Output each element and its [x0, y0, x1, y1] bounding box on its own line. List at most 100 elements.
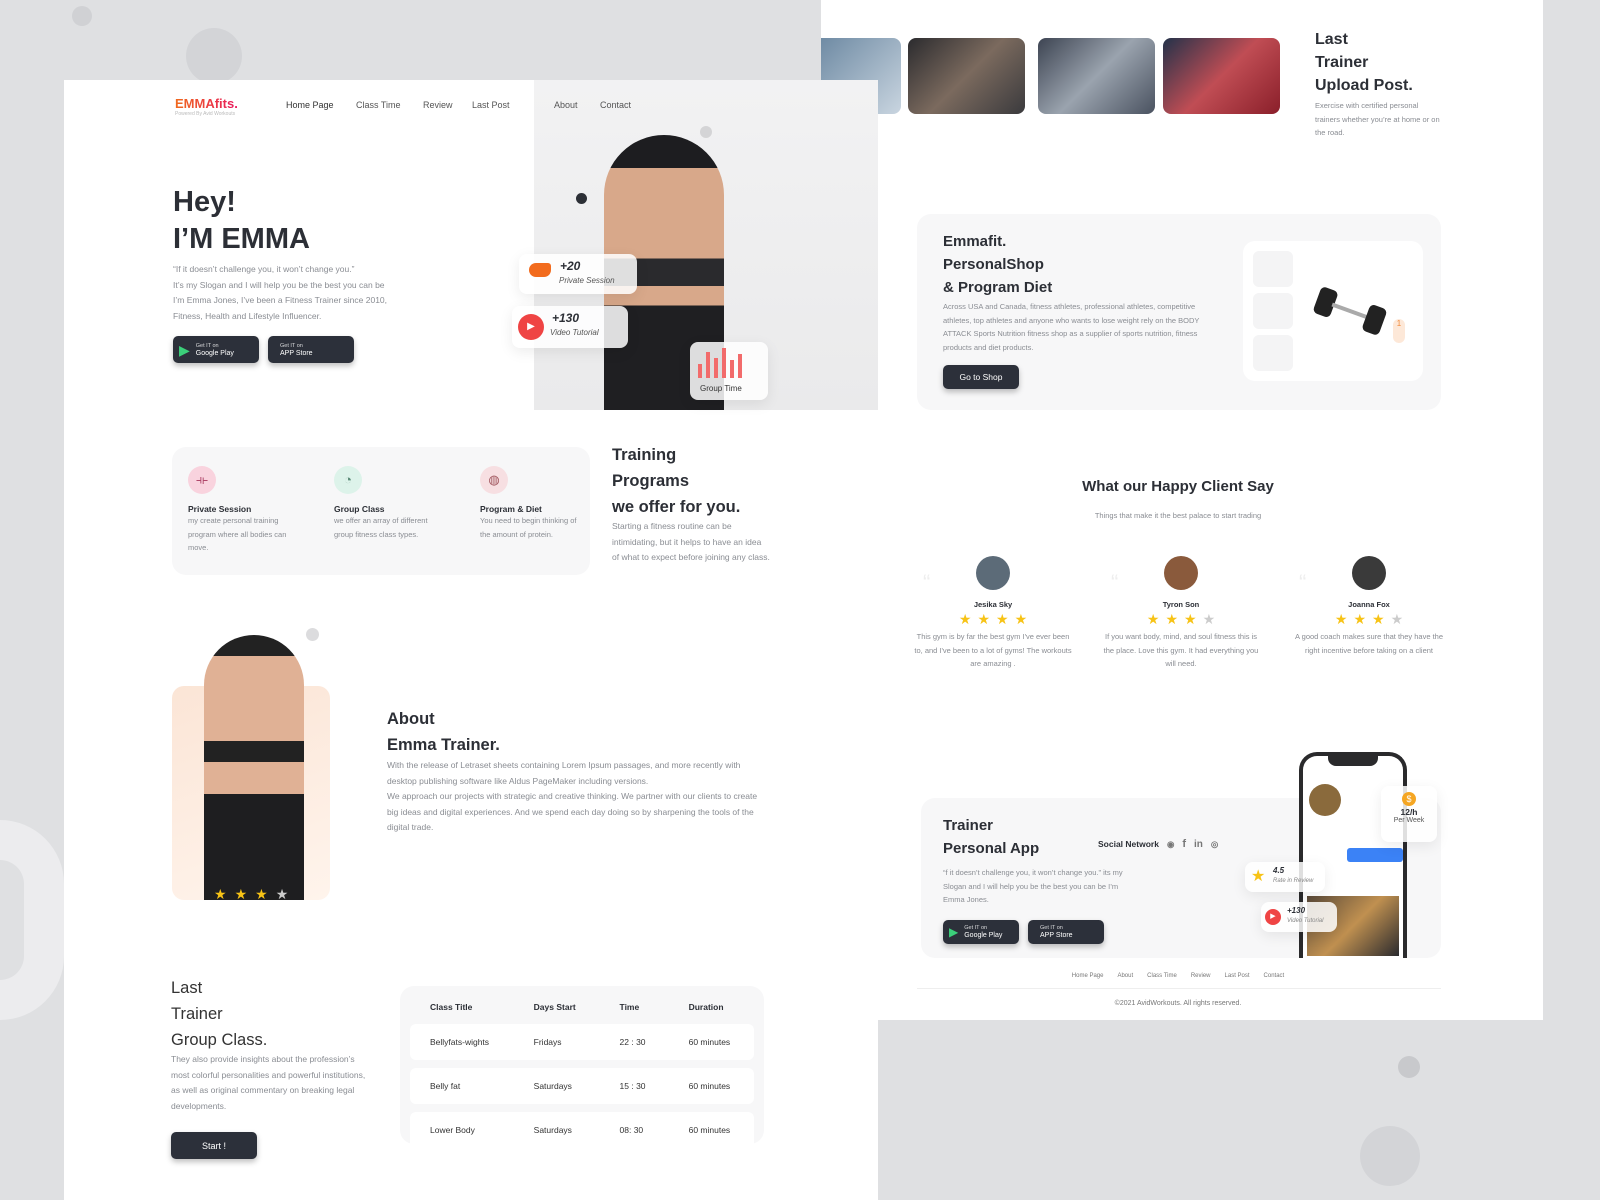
avatar	[1164, 556, 1198, 590]
linkedin-icon[interactable]: in	[1194, 839, 1203, 850]
product-viewer: 1	[1243, 241, 1423, 381]
nav-home[interactable]: Home Page	[286, 100, 334, 110]
program-desc: my create personal training program wher…	[188, 516, 287, 552]
programs-title-line: Programs	[612, 472, 690, 490]
price-label: Per Week	[1393, 817, 1425, 824]
star-icon: ★	[958, 611, 972, 627]
testimonial-card: “ Tyron Son ★ ★ ★ ★ If you want body, mind,…	[1101, 556, 1261, 671]
column-header[interactable]: Time	[600, 998, 669, 1016]
thumbnail[interactable]	[1253, 335, 1293, 371]
store-small: Get IT on	[195, 342, 219, 349]
store-label: Google Play	[195, 349, 234, 357]
app-store-button[interactable]: Get IT on APP Store	[1028, 920, 1104, 944]
nav-review[interactable]: Review	[423, 100, 453, 110]
nav-about[interactable]: About	[554, 100, 578, 110]
program-item[interactable]: ⟛ Private Session my create personal tra…	[188, 466, 298, 555]
google-play-icon: ▶	[949, 925, 959, 939]
client-rating: ★ ★ ★ ★	[913, 611, 1073, 628]
hero-title-line: I’M EMMA	[173, 223, 310, 255]
bg-circle	[186, 28, 242, 84]
about-title: About Emma Trainer.	[387, 706, 500, 758]
star-icon: ★	[1353, 611, 1366, 627]
nav-class-time[interactable]: Class Time	[356, 100, 401, 110]
column-header[interactable]: Duration	[669, 998, 754, 1016]
star-icon: ★	[1165, 611, 1178, 627]
client-rating: ★ ★ ★ ★	[1289, 611, 1449, 628]
app-title-line: Trainer	[943, 817, 994, 834]
video-label: Video Tutorial	[1287, 918, 1324, 924]
hero-line: “If it doesn’t challenge you, it won’t c…	[173, 264, 355, 274]
video-tutorial-badge: ▶ +130 Video Tutorial	[512, 306, 628, 348]
group-title-line: Group Class.	[171, 1031, 268, 1049]
right-page: Last Trainer Upload Post. Exercise with …	[821, 0, 1543, 1020]
badge-value: +20	[560, 259, 581, 273]
private-session-badge: +20 Private Session	[519, 254, 637, 294]
avatar	[976, 556, 1010, 590]
program-item[interactable]: ◍ Program & Diet You need to begin think…	[480, 466, 590, 541]
bg-circle	[72, 6, 92, 26]
thumbnail[interactable]	[1253, 251, 1293, 287]
testimonial-card: “ Joanna Fox ★ ★ ★ ★ A good coach makes sur…	[1289, 556, 1449, 657]
program-item[interactable]: ◔ Group Class we offer an array of diffe…	[334, 466, 444, 541]
table-cell: 22 : 30	[599, 1024, 669, 1060]
table-cell: 60 minutes	[668, 1112, 754, 1148]
program-title: Group Class	[334, 504, 385, 514]
client-name: Jesika Sky	[973, 600, 1013, 609]
store-label: APP Store	[1040, 932, 1073, 939]
about-title-line: About	[387, 710, 435, 728]
client-text: This gym is by far the best gym I've eve…	[914, 632, 1072, 668]
logo[interactable]: EMMAfits. Powered By Avid Workouts	[175, 96, 238, 117]
table-cell: Belly fat	[410, 1068, 514, 1104]
footer-link[interactable]: Home Page	[1072, 973, 1104, 979]
program-title: Private Session	[188, 504, 252, 514]
upload-title-line: Last	[1315, 31, 1348, 48]
left-page: EMMAfits. Powered By Avid Workouts Home …	[64, 80, 878, 1200]
client-text: If you want body, mind, and soul fitness…	[1103, 632, 1259, 668]
hero-title: Hey! I’M EMMA	[173, 184, 310, 258]
avatar	[1352, 556, 1386, 590]
group-desc: They also provide insights about the pro…	[171, 1054, 366, 1111]
footer-link[interactable]: About	[1117, 973, 1133, 979]
trainer-figure	[204, 635, 304, 900]
table-row[interactable]: Lower Body Saturdays 08: 30 60 minutes	[410, 1112, 754, 1148]
column-header[interactable]: Days Start	[514, 998, 600, 1016]
google-play-button[interactable]: ▶ Get IT on Google Play	[173, 336, 259, 363]
program-icon: ◔	[334, 466, 362, 494]
program-desc: we offer an array of different group fit…	[334, 516, 428, 539]
table-row[interactable]: Bellyfats-wights Fridays 22 : 30 60 minutes	[410, 1024, 754, 1060]
table-cell: Fridays	[513, 1024, 600, 1060]
post-photo[interactable]	[1038, 38, 1155, 114]
app-store-button[interactable]: Get IT on APP Store	[268, 336, 354, 363]
programs-desc: Starting a fitness routine can be intimi…	[612, 521, 770, 562]
table-cell: Lower Body	[410, 1112, 514, 1148]
shop-desc: Across USA and Canada, fitness athletes,…	[943, 302, 1200, 352]
dollar-icon: $	[1402, 792, 1416, 806]
quantity-badge[interactable]: 1	[1393, 319, 1405, 343]
post-photo[interactable]	[1163, 38, 1280, 114]
nav-contact[interactable]: Contact	[600, 100, 631, 110]
price-badge: $ 12/h Per Week	[1381, 786, 1437, 842]
nav-last-post[interactable]: Last Post	[472, 100, 510, 110]
footer-link[interactable]: Class Time	[1147, 973, 1177, 979]
whatsapp-icon[interactable]: ◉	[1167, 839, 1174, 850]
price-value: 12/h	[1400, 807, 1418, 817]
footer-link[interactable]: Last Post	[1225, 973, 1250, 979]
start-button[interactable]: Start !	[171, 1132, 257, 1159]
column-header[interactable]: Class Title	[410, 998, 514, 1016]
upload-desc: Exercise with certified personal trainer…	[1315, 101, 1440, 137]
post-photo[interactable]	[908, 38, 1025, 114]
table-row[interactable]: Belly fat Saturdays 15 : 30 60 minutes	[410, 1068, 754, 1104]
shop-title-line: & Program Diet	[943, 279, 1053, 296]
programs-title-line: we offer for you.	[612, 498, 741, 516]
table-cell: Saturdays	[513, 1112, 600, 1148]
footer-link[interactable]: Review	[1191, 973, 1211, 979]
bar-chart-icon	[698, 348, 742, 378]
google-play-button[interactable]: ▶ Get IT on Google Play	[943, 920, 1019, 944]
star-icon: ★	[977, 611, 990, 627]
quote-icon: “	[923, 570, 931, 595]
go-to-shop-button[interactable]: Go to Shop	[943, 365, 1019, 389]
instagram-icon[interactable]: ◎	[1211, 839, 1218, 850]
thumbnail[interactable]	[1253, 293, 1293, 329]
facebook-icon[interactable]: f	[1182, 838, 1186, 850]
footer-link[interactable]: Contact	[1264, 973, 1285, 979]
